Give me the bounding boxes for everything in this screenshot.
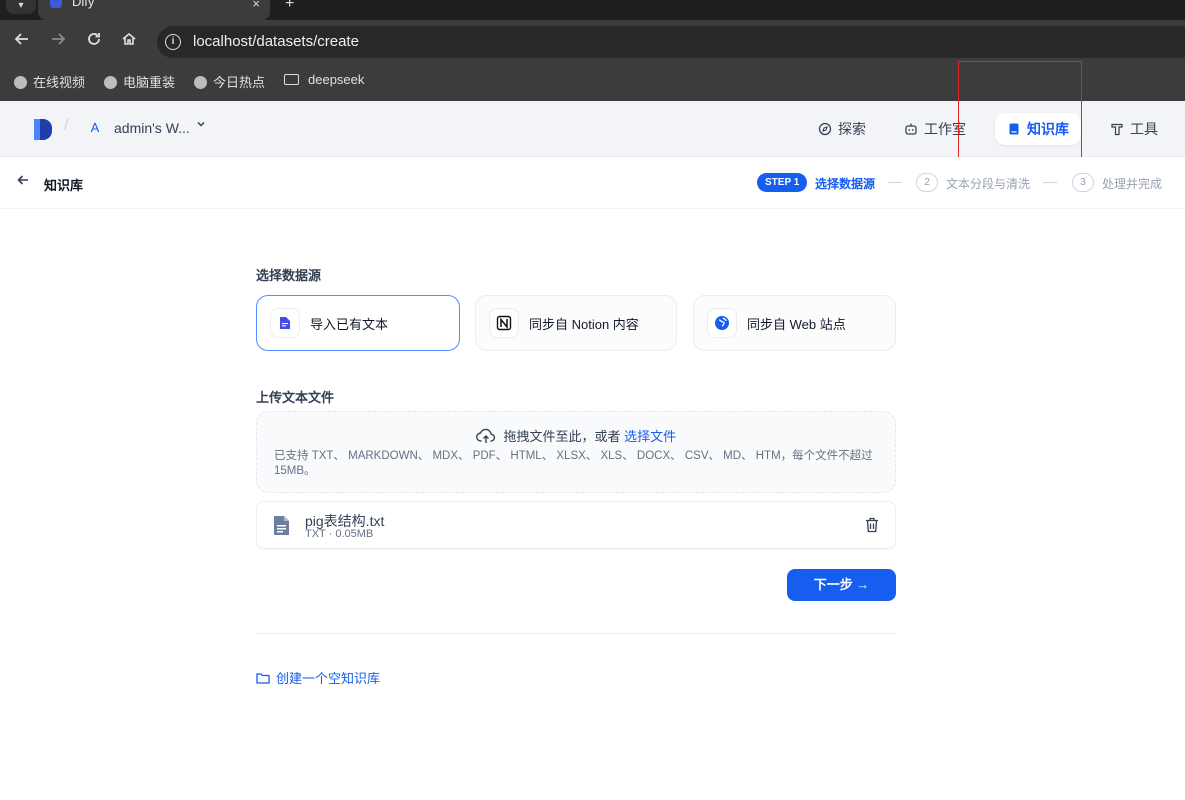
tab-close-icon[interactable]: × — [252, 0, 260, 11]
trash-icon[interactable] — [865, 517, 879, 533]
nav-explore-label: 探索 — [838, 121, 866, 137]
supported-formats-text: 已支持 TXT、 MARKDOWN、 MDX、 PDF、 HTML、 XLSX、… — [274, 450, 873, 477]
source-import-text-label: 导入已有文本 — [310, 316, 389, 332]
data-source-title: 选择数据源 — [256, 268, 322, 283]
site-info-icon[interactable]: i — [165, 34, 181, 50]
reload-icon[interactable] — [86, 31, 102, 52]
nav-explore[interactable]: 探索 — [806, 113, 878, 145]
globe-icon — [14, 76, 27, 89]
bookmark-item[interactable]: 电脑重装 — [104, 72, 175, 91]
address-bar[interactable]: i localhost/datasets/create — [157, 26, 1185, 58]
step-connector — [888, 182, 902, 183]
browser-toolbar: i localhost/datasets/create — [0, 20, 1185, 61]
bookmark-item[interactable]: 今日热点 — [194, 72, 265, 91]
cloud-upload-icon — [475, 428, 495, 443]
globe-icon — [104, 76, 117, 89]
chevron-down-icon[interactable] — [196, 118, 206, 132]
breadcrumb-separator: / — [64, 117, 69, 134]
dropzone-prompt: 拖拽文件至此，或者 选择文件 — [257, 426, 895, 445]
back-to-knowledge-link[interactable]: 知识库 — [44, 175, 83, 194]
step-1-badge: STEP 1 — [757, 173, 808, 192]
nav-tools-label: 工具 — [1130, 121, 1158, 137]
file-meta: TXT · 0.05MB — [305, 528, 374, 540]
notion-icon — [489, 308, 519, 338]
step-3-label: 处理并完成 — [1102, 177, 1163, 191]
bookmark-folder[interactable]: deepseek — [284, 72, 364, 87]
workspace-avatar: A — [90, 120, 100, 135]
workspace-name[interactable]: admin's W... — [114, 120, 190, 136]
step-1-label: 选择数据源 — [815, 177, 876, 191]
url-text[interactable]: localhost/datasets/create — [193, 33, 359, 50]
web-icon — [707, 308, 737, 338]
globe-icon — [194, 76, 207, 89]
new-tab-icon[interactable]: + — [285, 0, 294, 13]
hammer-icon — [1111, 123, 1123, 136]
forward-icon[interactable] — [50, 31, 66, 52]
tab-title: Dify — [72, 0, 95, 9]
step-3-badge: 3 — [1072, 173, 1094, 192]
divider — [256, 633, 896, 634]
tab-search-button[interactable]: ▾ — [6, 0, 36, 14]
step-2-badge: 2 — [916, 173, 938, 192]
back-arrow-icon[interactable] — [16, 173, 30, 191]
next-step-button[interactable]: 下一步 → — [787, 569, 896, 601]
bookmark-item[interactable]: 在线视频 — [14, 72, 85, 91]
source-notion[interactable]: 同步自 Notion 内容 — [475, 295, 677, 351]
home-icon[interactable] — [121, 31, 137, 52]
create-empty-label: 创建一个空知识库 — [276, 671, 381, 686]
file-icon — [274, 516, 289, 535]
sub-header: 知识库 STEP 1 选择数据源 2 文本分段与清洗 3 处理并完成 — [0, 157, 1185, 209]
step-2-label: 文本分段与清洗 — [946, 177, 1031, 191]
compass-icon — [818, 122, 832, 136]
folder-icon — [284, 74, 299, 85]
select-file-link[interactable]: 选择文件 — [624, 429, 676, 444]
uploaded-file-item[interactable]: pig表结构.txt TXT · 0.05MB — [256, 501, 896, 549]
document-icon — [270, 308, 300, 338]
source-web-label: 同步自 Web 站点 — [747, 316, 846, 332]
file-dropzone[interactable]: 拖拽文件至此，或者 选择文件 已支持 TXT、 MARKDOWN、 MDX、 P… — [256, 411, 896, 493]
dify-favicon-icon — [50, 0, 62, 8]
dropzone-prompt-text: 拖拽文件至此，或者 — [503, 429, 621, 444]
browser-tab-bar: ▾ Dify × + — [0, 0, 1185, 20]
source-notion-label: 同步自 Notion 内容 — [529, 316, 639, 332]
source-web[interactable]: 同步自 Web 站点 — [693, 295, 896, 351]
dify-logo-icon[interactable] — [34, 119, 52, 140]
source-import-text[interactable]: 导入已有文本 — [256, 295, 460, 351]
robot-icon — [905, 123, 917, 135]
step-connector — [1043, 182, 1057, 183]
back-icon[interactable] — [14, 31, 30, 52]
folder-icon — [256, 672, 270, 684]
browser-tab[interactable]: Dify × — [38, 0, 270, 20]
nav-tools[interactable]: 工具 — [1098, 113, 1170, 145]
upload-title: 上传文本文件 — [256, 390, 335, 405]
create-empty-knowledge-link[interactable]: 创建一个空知识库 — [256, 668, 380, 687]
highlight-annotation-box — [958, 61, 1082, 158]
